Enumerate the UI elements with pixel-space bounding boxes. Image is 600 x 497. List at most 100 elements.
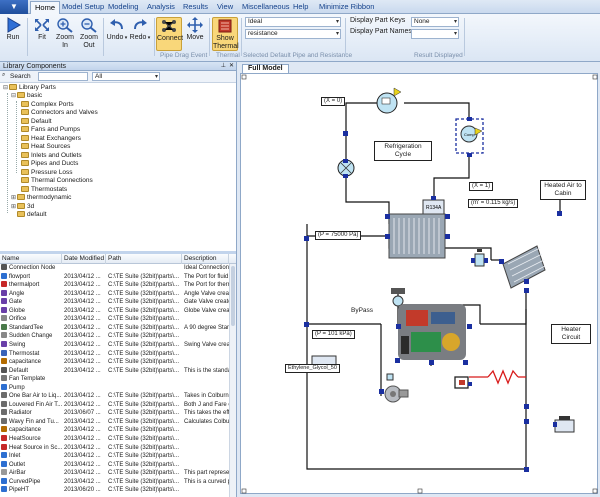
component-row[interactable]: Wavy Fin and Tu... 2013/04/12 ... C:\TE Su… (0, 417, 229, 427)
component-row[interactable]: Sudden Change 2013/04/12 ... C:\TE Suite (… (0, 332, 229, 341)
tab-miscellaneous[interactable]: Miscellaneous (238, 1, 294, 14)
show-thermal-button[interactable]: Show Thermal (212, 17, 239, 51)
tree-item-basic[interactable]: ⊟ basic (11, 92, 42, 100)
list-scrollbar[interactable] (229, 264, 236, 497)
component-row[interactable]: Thermostat 2013/04/12 ... C:\TE Suite (32b… (0, 349, 229, 359)
component-row[interactable]: PipeHT 2013/06/20 ... C:\TE Suite (32bit)\… (0, 486, 229, 495)
search-input[interactable] (38, 72, 88, 81)
pipe-network[interactable] (306, 102, 561, 470)
tree-item-default-lib[interactable]: default (11, 211, 47, 219)
flow-port[interactable] (343, 131, 348, 136)
component-row[interactable]: AirBar 2013/04/12 ... C:\TE Suite (32bit)\… (0, 469, 229, 478)
pipe[interactable] (404, 102, 470, 119)
refrigerant-reservoir[interactable]: R134A (422, 199, 445, 215)
annotation-pressure-75000[interactable]: (P = 75000 Pa) (315, 231, 362, 240)
component-row[interactable]: HeatSource 2013/04/12 ... C:\TE Suite (32b… (0, 435, 229, 444)
flow-port[interactable] (524, 404, 529, 409)
fit-button[interactable]: Fit (32, 17, 52, 42)
zoom-out-button[interactable]: Zoom Out (78, 17, 100, 49)
component-row[interactable]: Globe 2013/04/12 ... C:\TE Suite (32bit)\p… (0, 306, 229, 316)
expansion-valve[interactable] (376, 87, 402, 114)
flow-port[interactable] (445, 234, 450, 239)
tab-results[interactable]: Results (179, 1, 212, 14)
label-bypass[interactable]: ByPass (351, 307, 373, 314)
flow-port[interactable] (379, 389, 384, 394)
tree-item-pipes-ducts[interactable]: Pipes and Ducts (21, 160, 78, 168)
library-filter-select[interactable]: All ▾ (92, 72, 160, 81)
flow-port[interactable] (343, 159, 348, 163)
component-row[interactable]: Gate 2013/04/12 ... C:\TE Suite (32bit)\pa… (0, 298, 229, 307)
flow-port[interactable] (471, 258, 475, 263)
tab-view[interactable]: View (213, 1, 237, 14)
close-icon[interactable]: ✕ (229, 62, 234, 71)
tab-minimize-ribbon[interactable]: Minimize Ribbon (315, 1, 378, 14)
flow-port[interactable] (557, 211, 562, 216)
column-header-name[interactable]: Name (0, 254, 62, 264)
tree-item-heat-sources[interactable]: Heat Sources (21, 143, 70, 151)
pipe-type-select[interactable]: Ideal ▾ (245, 17, 341, 27)
compressor[interactable]: Comp (455, 118, 484, 154)
pipe[interactable] (433, 153, 470, 199)
flow-port[interactable] (524, 279, 529, 284)
tree-item-complex-ports[interactable]: Complex Ports (21, 101, 74, 109)
tab-home[interactable]: Home (30, 1, 61, 14)
tree-item-thermodynamic[interactable]: ⊞ thermodynamic (11, 194, 71, 202)
tree-item-thermal-connections[interactable]: Thermal Connections (21, 177, 93, 185)
component-row[interactable]: Pump (0, 383, 229, 393)
tab-help[interactable]: Help (289, 1, 312, 14)
annotation-mass-flow[interactable]: (m' = 0.115 kg/s) (468, 199, 519, 208)
flow-port[interactable] (304, 236, 309, 241)
flow-port[interactable] (396, 324, 401, 329)
component-row[interactable]: Louvered Fin Air T... 2013/04/12 ... C:\TE… (0, 400, 229, 410)
tab-full-model[interactable]: Full Model (242, 64, 289, 73)
component-row[interactable]: capacitance 2013/04/12 ... C:\TE Suite (32… (0, 358, 229, 367)
part-names-select[interactable]: ▾ (411, 29, 459, 39)
flow-port[interactable] (304, 322, 309, 327)
component-row[interactable]: Outlet 2013/04/12 ... C:\TE Suite (32bit)\… (0, 460, 229, 470)
flow-port[interactable] (524, 288, 529, 293)
tab-analysis[interactable]: Analysis (143, 1, 179, 14)
label-ethylene-glycol[interactable]: Ethylene_Glycol_50 (285, 364, 340, 373)
label-heated-air-to-cabin[interactable]: Heated Air to Cabin (540, 180, 586, 200)
pipe[interactable] (345, 177, 390, 224)
tree-item-default[interactable]: Default (21, 117, 52, 126)
tree-item-thermostats[interactable]: Thermostats (21, 185, 67, 194)
flow-port[interactable] (445, 214, 450, 219)
component-row[interactable]: Heat Source in Sc... 2013/04/12 ... C:\TE … (0, 443, 229, 453)
component-row[interactable]: thermalport 2013/04/12 ... C:\TE Suite (32… (0, 281, 229, 290)
component-row[interactable]: Fan Template (0, 375, 229, 384)
component-row[interactable]: One Bar Air to Liq... 2013/04/12 ... C:\TE… (0, 392, 229, 401)
resistance-type-select[interactable]: resistance ▾ (245, 29, 341, 39)
flow-port[interactable] (395, 358, 400, 363)
model-canvas[interactable]: Comp R134A (X = 0) Refrigeration Cycle (… (240, 73, 598, 494)
flow-port[interactable] (463, 360, 468, 365)
column-header-date[interactable]: Date Modified (62, 254, 106, 264)
flow-port[interactable] (385, 214, 390, 219)
flow-port[interactable] (468, 382, 472, 386)
label-refrigeration-cycle[interactable]: Refrigeration Cycle (374, 141, 432, 161)
tree-item-fans-pumps[interactable]: Fans and Pumps (21, 126, 80, 134)
flow-port[interactable] (484, 258, 488, 263)
tree-item-inlets-outlets[interactable]: Inlets and Outlets (21, 151, 82, 160)
tab-modeling[interactable]: Modeling (104, 1, 142, 14)
scrollbar-thumb[interactable] (231, 266, 235, 326)
component-row[interactable]: capacitance 2013/04/12 ... C:\TE Suite (32… (0, 426, 229, 435)
component-row[interactable]: Radiator 2013/06/07 ... C:\TE Suite (32bit… (0, 409, 229, 418)
component-row[interactable]: Swing 2013/04/12 ... C:\TE Suite (32bit)\p… (0, 340, 229, 350)
flow-port[interactable] (429, 360, 434, 365)
flow-port[interactable] (524, 467, 529, 472)
flow-port[interactable] (524, 419, 529, 424)
undo-button[interactable]: Undo ▾ (106, 17, 128, 43)
tree-item-3d[interactable]: ⊞ 3d (11, 202, 34, 211)
redo-button[interactable]: Redo ▾ (129, 17, 151, 43)
water-pump[interactable] (384, 385, 409, 403)
tee-fitting[interactable] (474, 249, 485, 267)
heater-reservoir[interactable] (554, 416, 575, 433)
component-row[interactable]: Orifice 2013/04/12 ... C:\TE Suite (32bit)… (0, 315, 229, 324)
canvas-resize-handles[interactable] (241, 74, 598, 494)
flow-port[interactable] (467, 324, 472, 329)
column-header-description[interactable]: Description (182, 254, 229, 264)
component-row[interactable]: Inlet 2013/04/12 ... C:\TE Suite (32bit)\p… (0, 452, 229, 461)
radiator[interactable] (388, 213, 446, 259)
annotation-x0[interactable]: (X = 0) (321, 97, 346, 106)
